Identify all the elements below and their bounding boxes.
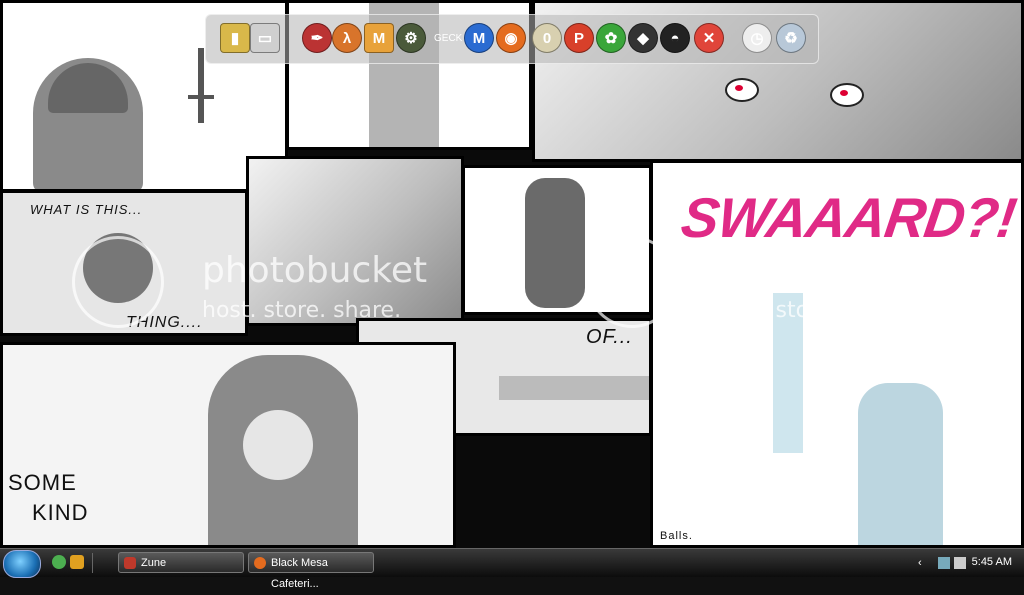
artist-signature: Balls. (660, 530, 693, 542)
watermark-subtitle: host. store. share. (202, 298, 402, 323)
photobucket-logo-icon (72, 236, 164, 328)
vault-icon[interactable]: 0 (532, 23, 562, 53)
clock-icon[interactable]: ◷ (742, 23, 772, 53)
caption-what-is-this: WHAT IS THIS... (30, 202, 143, 217)
chevron-left-icon[interactable]: ‹ (918, 557, 930, 569)
recycle-bin-icon[interactable]: ♻ (776, 23, 806, 53)
media-icon[interactable]: ◆ (628, 23, 658, 53)
quill-icon[interactable]: ✒ (302, 23, 332, 53)
flower-icon[interactable]: ✿ (596, 23, 626, 53)
photobucket-logo-icon (586, 236, 678, 328)
watermark-title: photobucket (714, 250, 940, 291)
taskbar-button-black-mesa[interactable]: Black Mesa Cafeteri... (248, 552, 374, 590)
desktop-wallpaper: WHAT IS THIS... THING.... OF... SOME KIN… (0, 0, 1024, 548)
geck-label: GECK (434, 33, 463, 44)
caption-of: OF... (586, 326, 633, 348)
mfc-icon[interactable]: M (364, 23, 394, 53)
taskbar-button-label: Black Mesa Cafeteri... (271, 557, 328, 590)
start-button[interactable] (3, 550, 41, 578)
taskbar-separator (92, 553, 93, 573)
firefox-icon (254, 557, 266, 569)
caption-some: SOME (8, 470, 77, 495)
taskbar-button-label: Zune (141, 557, 167, 569)
system-tray: ‹ 5:45 AM (918, 549, 1024, 577)
watermark-subtitle: host. store. share. (714, 298, 914, 323)
zune-icon[interactable]: ✕ (694, 23, 724, 53)
zune-icon (124, 557, 136, 569)
messenger-icon[interactable] (52, 555, 66, 569)
halflife-icon[interactable]: λ (332, 23, 362, 53)
volume-icon[interactable] (954, 557, 966, 569)
application-dock: GECK ▮ ▭ ✒ λ M ⚙ M ◉ 0 P ✿ ◆ ◓ ✕ ◷ ♻ (205, 14, 819, 64)
caption-swaaard: SWAAARD?! (677, 186, 1020, 249)
folder-icon[interactable]: ▮ (220, 23, 250, 53)
mm-icon[interactable]: M (464, 23, 494, 53)
watermark-title: photobucket (202, 250, 428, 291)
p-icon[interactable]: P (564, 23, 594, 53)
steam-icon[interactable]: ◓ (660, 23, 690, 53)
taskbar-clock[interactable]: 5:45 AM (972, 556, 1012, 568)
taskbar-button-zune[interactable]: Zune (118, 552, 244, 573)
geck-icon[interactable]: ⚙ (396, 23, 426, 53)
caption-kind: KIND (32, 500, 89, 525)
display-icon[interactable]: ▭ (250, 23, 280, 53)
taskbar: Zune Black Mesa Cafeteri... ‹ 5:45 AM (0, 548, 1024, 590)
network-icon[interactable] (938, 557, 950, 569)
run-icon[interactable] (70, 555, 84, 569)
firefox-icon[interactable]: ◉ (496, 23, 526, 53)
